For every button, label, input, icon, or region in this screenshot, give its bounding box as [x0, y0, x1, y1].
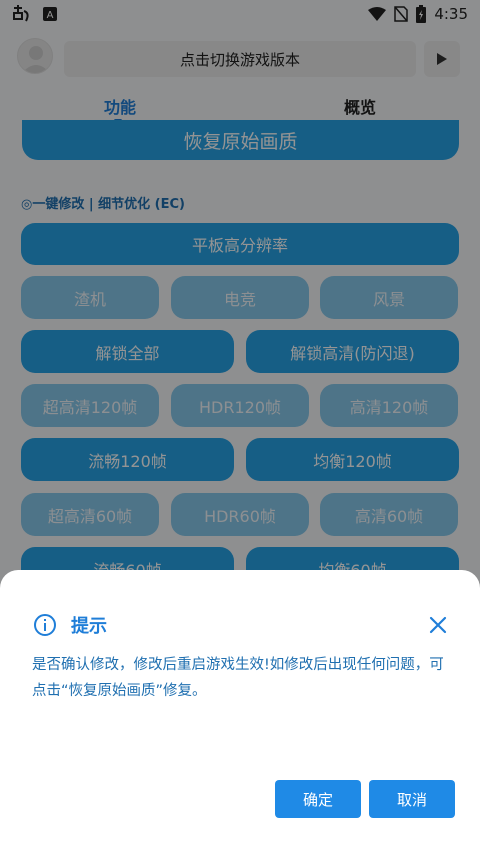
dialog-title: 提示 [71, 616, 107, 637]
confirm-dialog: 提示 是否确认修改，修改后重启游戏生效!如修改后出现任何问题，可点击“恢复原始画… [0, 570, 480, 846]
cancel-label: 取消 [396, 790, 427, 809]
close-button[interactable] [427, 614, 449, 636]
app-screen: A 4:35 点击切换游戏版本 功能 概览 恢复原始画质 ◎一键修改 | 细节优… [0, 0, 480, 846]
dialog-message: 是否确认修改，修改后重启游戏生效!如修改后出现任何问题，可点击“恢复原始画质”修… [32, 657, 444, 699]
confirm-label: 确定 [302, 790, 333, 809]
confirm-button[interactable]: 确定 [275, 780, 361, 818]
info-icon [33, 613, 57, 637]
close-icon [429, 616, 447, 634]
dialog-header: 提示 [33, 612, 107, 638]
cancel-button[interactable]: 取消 [369, 780, 455, 818]
